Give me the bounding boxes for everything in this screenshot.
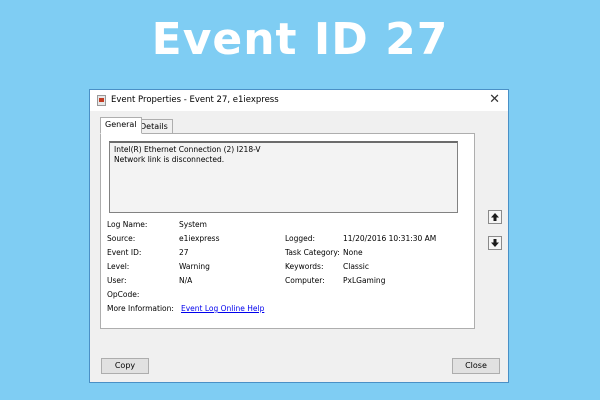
user-label: User: xyxy=(107,276,127,285)
arrow-down-icon xyxy=(491,239,499,247)
close-icon[interactable]: ✕ xyxy=(489,92,500,107)
event-properties-window: Event Properties - Event 27, e1iexpress … xyxy=(89,89,509,383)
level-value: Warning xyxy=(179,262,210,271)
source-label: Source: xyxy=(107,234,136,243)
keywords-value: Classic xyxy=(343,262,369,271)
arrow-up-icon xyxy=(491,213,499,221)
task-category-value: None xyxy=(343,248,363,257)
opcode-label: OpCode: xyxy=(107,290,140,299)
close-button[interactable]: Close xyxy=(452,358,500,374)
tab-general[interactable]: General xyxy=(100,117,142,134)
source-value: e1iexpress xyxy=(179,234,220,243)
title-bar: Event Properties - Event 27, e1iexpress … xyxy=(90,90,508,111)
keywords-label: Keywords: xyxy=(285,262,324,271)
event-id-value: 27 xyxy=(179,248,189,257)
previous-event-button[interactable] xyxy=(488,210,502,224)
banner-title: Event ID 27 xyxy=(151,14,449,65)
user-value: N/A xyxy=(179,276,193,285)
window-title: Event Properties - Event 27, e1iexpress xyxy=(111,95,279,105)
log-name-value: System xyxy=(179,220,207,229)
level-label: Level: xyxy=(107,262,130,271)
computer-label: Computer: xyxy=(285,276,325,285)
log-name-label: Log Name: xyxy=(107,220,148,229)
event-id-label: Event ID: xyxy=(107,248,142,257)
description-line: Network link is disconnected. xyxy=(114,155,225,164)
more-information-label: More Information: xyxy=(107,304,174,313)
description-line: Intel(R) Ethernet Connection (2) I218-V xyxy=(114,145,261,154)
event-viewer-icon xyxy=(97,95,106,106)
event-log-online-help-link[interactable]: Event Log Online Help xyxy=(181,304,264,314)
next-event-button[interactable] xyxy=(488,236,502,250)
copy-button[interactable]: Copy xyxy=(101,358,149,374)
event-description[interactable]: Intel(R) Ethernet Connection (2) I218-V … xyxy=(109,141,458,213)
general-panel: Intel(R) Ethernet Connection (2) I218-V … xyxy=(100,133,475,329)
logged-value: 11/20/2016 10:31:30 AM xyxy=(343,234,437,243)
task-category-label: Task Category: xyxy=(285,248,340,257)
computer-value: PxLGaming xyxy=(343,276,386,285)
logged-label: Logged: xyxy=(285,234,316,243)
